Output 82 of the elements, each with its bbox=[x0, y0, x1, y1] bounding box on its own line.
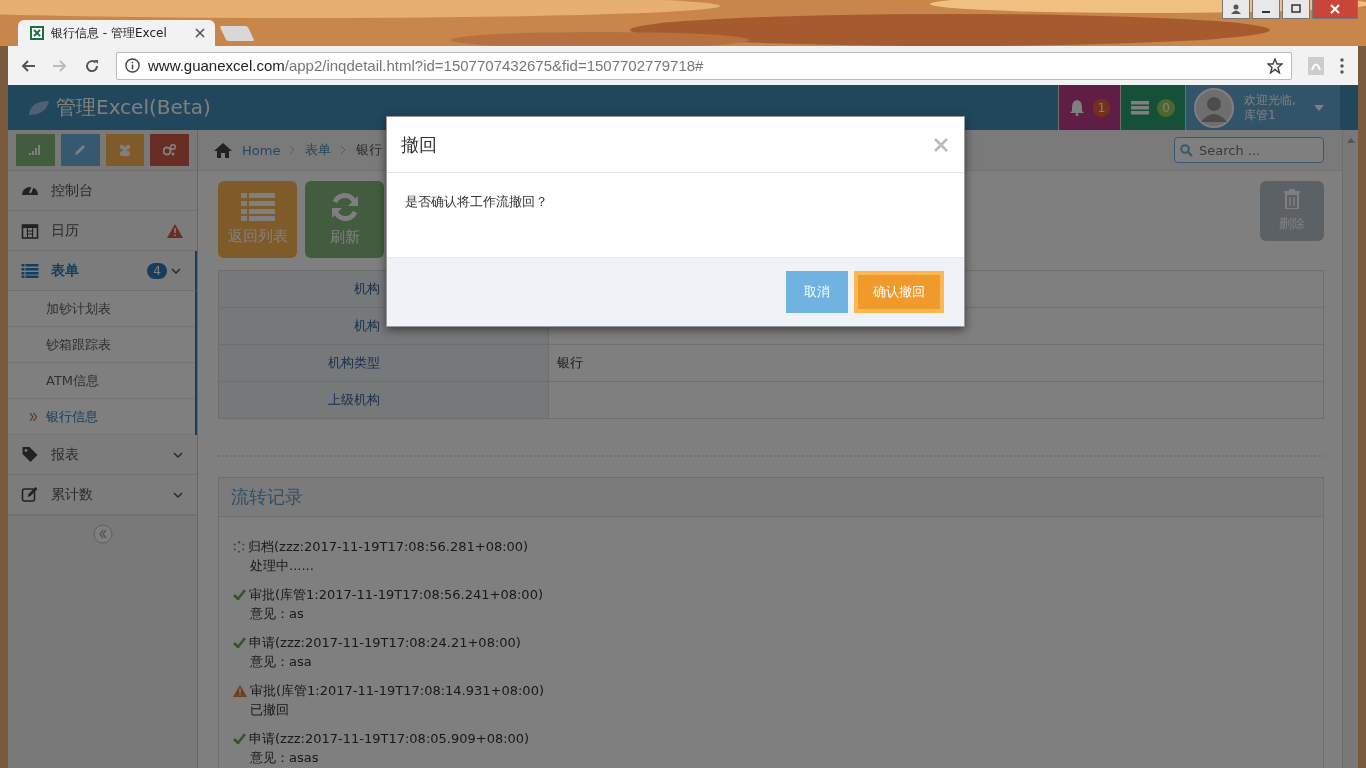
separator-icon bbox=[341, 146, 347, 154]
app-title[interactable]: 管理Excel(Beta) bbox=[56, 94, 211, 121]
menu-icon[interactable] bbox=[1340, 57, 1344, 74]
tasks-icon bbox=[1131, 100, 1150, 115]
avatar-icon bbox=[1194, 87, 1234, 128]
cancel-button[interactable]: 取消 bbox=[786, 271, 848, 313]
home-icon[interactable] bbox=[214, 142, 232, 158]
entry-title: 审批(库管1:2017-11-19T17:08:14.931+08:00) bbox=[250, 682, 544, 700]
user-menu[interactable]: 欢迎光临, 库管1 bbox=[1185, 85, 1340, 130]
dialog-title: 撤回 bbox=[401, 132, 437, 157]
spinner-icon bbox=[233, 540, 245, 553]
scroll-up-icon[interactable] bbox=[1346, 138, 1355, 143]
spreadsheet-icon bbox=[30, 26, 44, 40]
count-badge: 4 bbox=[147, 262, 167, 279]
list-icon bbox=[240, 193, 275, 221]
tasks-button[interactable]: 0 bbox=[1120, 85, 1185, 130]
signal-button[interactable] bbox=[16, 134, 55, 166]
collapse-icon[interactable] bbox=[92, 524, 113, 544]
field-label: 机构 bbox=[354, 281, 380, 296]
star-icon[interactable] bbox=[1267, 57, 1283, 74]
pencil-icon bbox=[74, 144, 87, 156]
users-button[interactable] bbox=[105, 134, 145, 166]
bell-icon bbox=[1068, 99, 1085, 116]
dialog-message: 是否确认将工作流撤回？ bbox=[405, 194, 548, 209]
close-icon[interactable] bbox=[195, 28, 205, 38]
submenu-item[interactable]: 钞箱跟踪表 bbox=[8, 327, 195, 363]
check-icon bbox=[233, 589, 246, 600]
user-icon[interactable] bbox=[1222, 0, 1250, 19]
field-label: 机构类型 bbox=[328, 355, 380, 370]
user-name: 库管1 bbox=[1244, 107, 1277, 123]
notifications-button[interactable]: 1 bbox=[1057, 85, 1121, 130]
submenu-item[interactable]: 加钞计划表 bbox=[8, 291, 195, 327]
action-button[interactable]: 返回列表 bbox=[218, 181, 297, 258]
minimize-icon[interactable] bbox=[1252, 0, 1280, 19]
search-field[interactable]: Search ... bbox=[1174, 137, 1324, 163]
entry-note: 已撤回 bbox=[250, 702, 289, 717]
address-bar[interactable]: www.guanexcel.com/app2/inqdetail.html?id=1507707432675&fid=1507702779718# bbox=[116, 51, 1292, 80]
search-icon bbox=[1180, 144, 1193, 157]
field-label: 机构 bbox=[354, 318, 380, 333]
entry-note: 意见：asas bbox=[250, 750, 319, 765]
users-icon bbox=[117, 144, 132, 156]
trash-icon bbox=[1284, 189, 1300, 209]
cogs-button[interactable] bbox=[150, 134, 189, 166]
entry-note: 意见：asa bbox=[250, 654, 312, 669]
double-chevron-icon bbox=[30, 412, 37, 421]
scrollbar[interactable] bbox=[1342, 130, 1358, 768]
reload-icon[interactable] bbox=[84, 57, 100, 74]
breadcrumb-link[interactable]: Home bbox=[242, 142, 281, 158]
calendar-icon bbox=[21, 222, 39, 239]
field-value: 银行 bbox=[557, 355, 583, 370]
pencil-button[interactable] bbox=[60, 134, 100, 166]
entry-note: 处理中...... bbox=[250, 558, 314, 573]
panel-title: 流转记录 bbox=[231, 485, 303, 509]
leaf-icon bbox=[28, 99, 50, 116]
edit-icon bbox=[21, 486, 39, 503]
separator-icon bbox=[290, 146, 296, 154]
check-icon bbox=[233, 733, 246, 744]
submenu-item[interactable]: ATM信息 bbox=[8, 363, 195, 399]
field-label: 上级机构 bbox=[328, 392, 380, 407]
entry-title: 审批(库管1:2017-11-19T17:08:56.241+08:00) bbox=[249, 586, 543, 604]
browser-tab[interactable]: 银行信息 - 管理Excel bbox=[18, 20, 215, 46]
forward-icon[interactable] bbox=[52, 57, 68, 74]
sidebar-item[interactable]: 表单 4 bbox=[8, 251, 197, 291]
entry-title: 归档(zzz:2017-11-19T17:08:56.281+08:00) bbox=[248, 538, 529, 556]
breadcrumb-link[interactable]: 表单 bbox=[305, 141, 332, 159]
close-icon[interactable] bbox=[1312, 0, 1358, 19]
warning-icon bbox=[233, 684, 247, 697]
dashboard-icon bbox=[21, 185, 39, 196]
entry-title: 申请(zzz:2017-11-19T17:08:05.909+08:00) bbox=[249, 730, 530, 748]
caret-icon bbox=[1314, 104, 1324, 111]
tag-icon bbox=[21, 446, 39, 463]
entry-note: 意见：as bbox=[250, 606, 304, 621]
signal-icon bbox=[29, 145, 42, 155]
welcome-text: 欢迎光临, bbox=[1244, 92, 1297, 108]
confirm-button[interactable]: 确认撤回 bbox=[854, 271, 944, 313]
maximize-icon[interactable] bbox=[1282, 0, 1310, 19]
check-icon bbox=[233, 637, 246, 648]
info-icon bbox=[125, 58, 140, 73]
cogs-icon bbox=[162, 144, 177, 156]
back-icon[interactable] bbox=[20, 57, 36, 74]
list-icon bbox=[21, 263, 39, 278]
entry-title: 申请(zzz:2017-11-19T17:08:24.21+08:00) bbox=[249, 634, 521, 652]
